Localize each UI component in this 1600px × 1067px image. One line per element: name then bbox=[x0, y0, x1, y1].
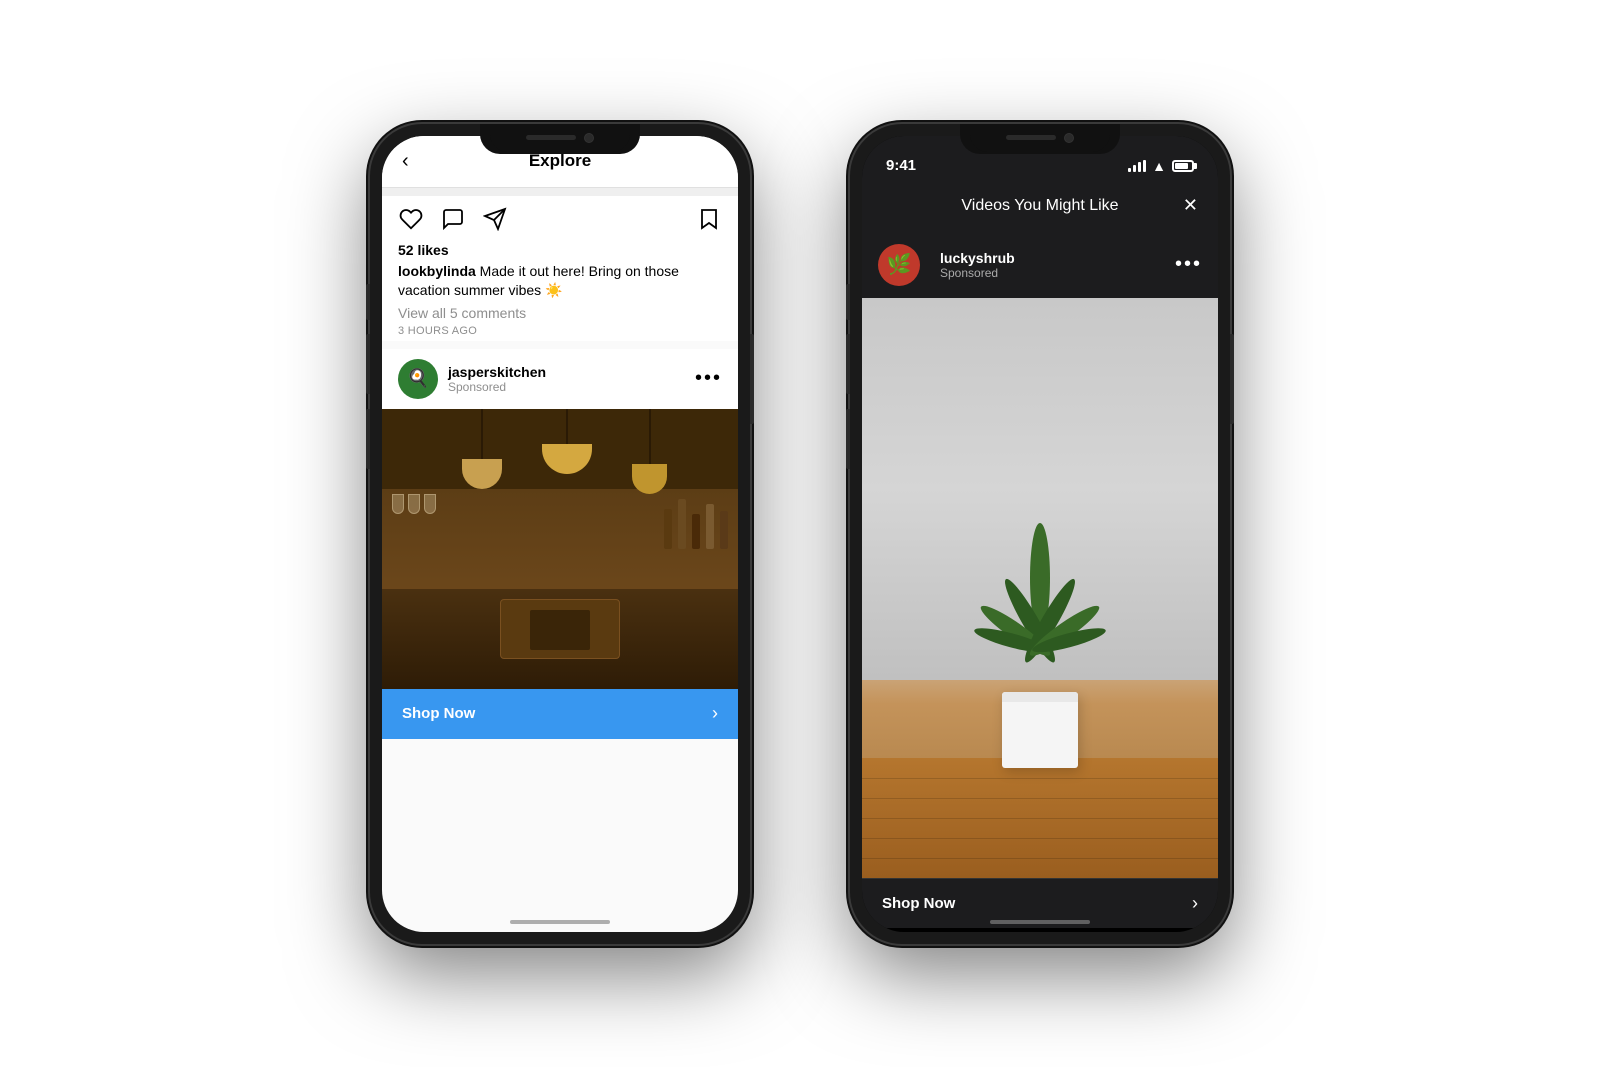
notch-1 bbox=[490, 124, 630, 152]
save-button[interactable] bbox=[696, 206, 722, 232]
plank-1 bbox=[862, 778, 1218, 779]
volume-up-button bbox=[366, 334, 370, 394]
volume-up-button-2 bbox=[846, 334, 850, 394]
sponsor-avatar-dark: 🌿 bbox=[878, 244, 920, 286]
signal-icon bbox=[1128, 160, 1146, 172]
notch-2 bbox=[970, 124, 1110, 152]
volume-down-button-2 bbox=[846, 409, 850, 469]
volume-down-button bbox=[366, 409, 370, 469]
sponsored-tag: Sponsored bbox=[448, 380, 546, 394]
sponsored-left: 🍳 jasperskitchen Sponsored bbox=[398, 359, 546, 399]
screen-1: ‹ Explore bbox=[382, 136, 738, 932]
glass-1 bbox=[392, 494, 404, 514]
feed-divider bbox=[382, 188, 738, 196]
plank-4 bbox=[862, 838, 1218, 839]
action-icons-left bbox=[398, 206, 508, 232]
home-indicator-1 bbox=[510, 920, 610, 924]
plant-svg bbox=[960, 518, 1120, 718]
like-button[interactable] bbox=[398, 206, 424, 232]
sponsor-avatar: 🍳 bbox=[398, 359, 438, 399]
caption: lookbylinda Made it out here! Bring on t… bbox=[398, 262, 722, 301]
bottle-2 bbox=[678, 499, 686, 549]
restaurant-image bbox=[382, 409, 738, 689]
mute-button-2 bbox=[846, 284, 850, 320]
caption-username[interactable]: lookbylinda bbox=[398, 263, 476, 279]
more-options-dark-button[interactable]: ••• bbox=[1175, 253, 1202, 276]
sponsor-dark-tag: Sponsored bbox=[940, 266, 1015, 280]
battery-tip bbox=[1194, 163, 1197, 169]
speaker-1 bbox=[526, 135, 576, 140]
bottle-5 bbox=[720, 511, 728, 549]
sponsor-info: jasperskitchen Sponsored bbox=[448, 364, 546, 394]
speaker-2 bbox=[1006, 135, 1056, 140]
power-button-2 bbox=[1230, 334, 1234, 424]
home-indicator-2 bbox=[990, 920, 1090, 924]
comment-button[interactable] bbox=[440, 206, 466, 232]
shop-now-arrow-icon: › bbox=[712, 703, 718, 724]
more-options-button[interactable]: ••• bbox=[695, 367, 722, 390]
signal-bar-3 bbox=[1138, 162, 1141, 172]
likes-count: 52 likes bbox=[398, 242, 722, 258]
close-button[interactable]: ✕ bbox=[1183, 195, 1198, 216]
shop-now-dark-arrow-icon: › bbox=[1192, 893, 1198, 914]
pot-rim bbox=[1002, 692, 1078, 702]
wood-floor bbox=[862, 758, 1218, 878]
shop-now-label: Shop Now bbox=[402, 705, 475, 722]
battery-icon bbox=[1172, 160, 1194, 172]
device bbox=[530, 610, 590, 650]
signal-bar-1 bbox=[1128, 168, 1131, 172]
shop-now-button[interactable]: Shop Now › bbox=[382, 689, 738, 739]
post-timestamp: 3 HOURS AGO bbox=[398, 325, 722, 337]
status-icons: ▲ bbox=[1128, 158, 1194, 174]
glass-3 bbox=[424, 494, 436, 514]
sponsor-dark-username[interactable]: luckyshrub bbox=[940, 250, 1015, 266]
back-button[interactable]: ‹ bbox=[402, 150, 409, 173]
camera-2 bbox=[1064, 133, 1074, 143]
post-meta: 52 likes lookbylinda Made it out here! B… bbox=[382, 242, 738, 341]
avatar-image: 🍳 bbox=[398, 359, 438, 399]
sponsor-username[interactable]: jasperskitchen bbox=[448, 364, 546, 380]
white-pot bbox=[1002, 692, 1078, 768]
glass-2 bbox=[408, 494, 420, 514]
hanging-glasses bbox=[392, 494, 436, 514]
bottle-3 bbox=[692, 514, 700, 549]
lamp-3 bbox=[632, 409, 667, 494]
wifi-icon: ▲ bbox=[1152, 158, 1166, 174]
signal-bar-2 bbox=[1133, 165, 1136, 172]
page-title-1: Explore bbox=[529, 151, 591, 171]
page-title-dark: Videos You Might Like bbox=[961, 197, 1118, 215]
plank-3 bbox=[862, 818, 1218, 819]
lamp-1 bbox=[462, 409, 502, 489]
lamp-2 bbox=[542, 409, 592, 474]
signal-bar-4 bbox=[1143, 160, 1146, 172]
counter-item bbox=[500, 599, 620, 659]
bottle-1 bbox=[664, 509, 672, 549]
sponsored-header: 🍳 jasperskitchen Sponsored ••• bbox=[382, 349, 738, 409]
shelf-items bbox=[664, 499, 728, 549]
restaurant-scene bbox=[382, 409, 738, 689]
mute-button bbox=[366, 284, 370, 320]
status-time: 9:41 bbox=[886, 157, 916, 174]
view-comments-button[interactable]: View all 5 comments bbox=[398, 305, 722, 321]
scene: ‹ Explore bbox=[0, 84, 1600, 984]
sponsor-dark-left: 🌿 luckyshrub Sponsored bbox=[878, 244, 1015, 286]
share-button[interactable] bbox=[482, 206, 508, 232]
plank-2 bbox=[862, 798, 1218, 799]
camera-1 bbox=[584, 133, 594, 143]
shop-now-dark-label: Shop Now bbox=[882, 895, 955, 912]
sponsor-dark-info: luckyshrub Sponsored bbox=[940, 250, 1015, 280]
pot-area bbox=[1002, 692, 1078, 768]
phone-2: 9:41 ▲ Vide bbox=[850, 124, 1230, 944]
post-actions bbox=[382, 196, 738, 242]
bottle-4 bbox=[706, 504, 714, 549]
battery-fill bbox=[1175, 163, 1188, 169]
screen-2: 9:41 ▲ Vide bbox=[862, 136, 1218, 932]
phone-1: ‹ Explore bbox=[370, 124, 750, 944]
power-button bbox=[750, 334, 754, 424]
plank-5 bbox=[862, 858, 1218, 859]
sponsored-header-dark: 🌿 luckyshrub Sponsored ••• bbox=[862, 232, 1218, 298]
plant-image bbox=[862, 298, 1218, 878]
nav-bar-dark: Videos You Might Like ✕ bbox=[862, 180, 1218, 232]
